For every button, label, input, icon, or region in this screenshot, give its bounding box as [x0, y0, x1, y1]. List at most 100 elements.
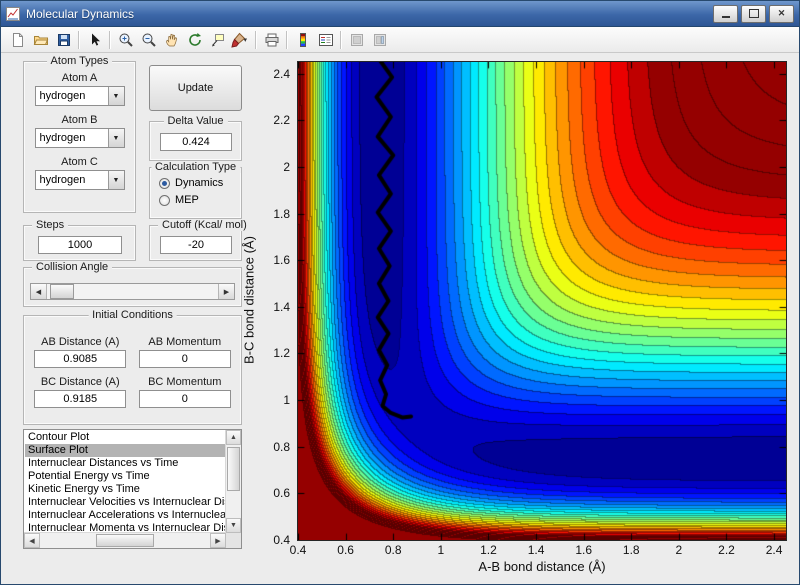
initial-conditions-fields: AB Distance (A)AB MomentumBC Distance (A…: [24, 316, 241, 408]
print-button[interactable]: [260, 29, 283, 51]
y-tick-label: 1.8: [273, 207, 290, 221]
group-title: Steps: [32, 219, 68, 231]
insert-colorbar-button[interactable]: [291, 29, 314, 51]
atom-field-label: Atom A: [24, 72, 135, 84]
data-cursor-button[interactable]: [206, 29, 229, 51]
x-tick-label: 1.2: [480, 543, 497, 557]
open-folder-icon: [33, 32, 49, 48]
plottools-show-button[interactable]: [368, 29, 391, 51]
x-axis-label: A-B bond distance (Å): [297, 559, 787, 574]
brush-dropdown-icon[interactable]: ▾: [244, 36, 252, 44]
atom-fields: Atom Ahydrogen▼Atom Bhydrogen▼Atom Chydr…: [24, 62, 135, 190]
collision-angle-slider[interactable]: ◀ ▶: [30, 283, 235, 300]
y-tick-label: 2.4: [273, 67, 290, 81]
scroll-down-arrow[interactable]: ▼: [226, 518, 241, 533]
radio-button-icon[interactable]: [159, 178, 170, 189]
zoom-in-button[interactable]: [114, 29, 137, 51]
atom-b-dropdown[interactable]: hydrogen▼: [35, 128, 125, 148]
group-title: Delta Value: [163, 115, 227, 127]
list-item[interactable]: Internuclear Momenta vs Internuclear Dis…: [25, 522, 225, 532]
new-figure-button[interactable]: [6, 29, 29, 51]
list-item[interactable]: Internuclear Velocities vs Internuclear …: [25, 496, 225, 509]
colorbar-icon: [295, 32, 311, 48]
slider-track[interactable]: [47, 284, 218, 299]
toolbar-separator: [286, 31, 288, 49]
init-field-label: AB Momentum: [139, 336, 232, 348]
vertical-scroll-thumb[interactable]: [227, 447, 240, 491]
x-tick-label: 0.4: [290, 543, 307, 557]
save-disk-icon: [56, 32, 72, 48]
scroll-up-arrow[interactable]: ▲: [226, 430, 241, 445]
atom-a-dropdown[interactable]: hydrogen▼: [35, 86, 125, 106]
maximize-button[interactable]: [741, 5, 766, 23]
vertical-scrollbar[interactable]: ▲ ▼: [225, 430, 241, 533]
brush-button[interactable]: ▾: [229, 29, 252, 51]
ab-distance-a-input[interactable]: [34, 350, 126, 368]
close-button[interactable]: ✕: [769, 5, 794, 23]
x-tick-label: 1.4: [528, 543, 545, 557]
steps-input[interactable]: [38, 236, 122, 254]
horizontal-scroll-thumb[interactable]: [96, 534, 154, 547]
x-tick-label: 1: [437, 543, 444, 557]
plot-type-listbox[interactable]: Contour PlotSurface PlotInternuclear Dis…: [23, 429, 242, 549]
horizontal-scroll-track[interactable]: [40, 533, 210, 548]
toolbar-separator: [78, 31, 80, 49]
cutoff-input[interactable]: [160, 236, 232, 254]
plottools-hide-button[interactable]: [345, 29, 368, 51]
maximize-icon: [749, 9, 759, 18]
update-button[interactable]: Update: [149, 65, 242, 111]
list-item[interactable]: Contour Plot: [25, 431, 225, 444]
pan-button[interactable]: [160, 29, 183, 51]
horizontal-scrollbar[interactable]: ◀ ▶: [24, 532, 226, 548]
chevron-down-icon[interactable]: ▼: [108, 171, 124, 189]
radio-button-icon[interactable]: [159, 195, 170, 206]
y-tick-label: 1.4: [273, 300, 290, 314]
printer-icon: [264, 32, 280, 48]
dropdown-value: hydrogen: [36, 132, 108, 144]
scroll-right-arrow[interactable]: ▶: [210, 533, 226, 548]
slider-left-arrow[interactable]: ◀: [31, 284, 47, 299]
slider-right-arrow[interactable]: ▶: [218, 284, 234, 299]
save-button[interactable]: [52, 29, 75, 51]
slider-thumb[interactable]: [50, 284, 74, 299]
atom-field-label: Atom B: [24, 114, 135, 126]
zoom-out-button[interactable]: [137, 29, 160, 51]
cutoff-group: Cutoff (Kcal/ mol): [149, 225, 242, 261]
y-tick-label: 0.8: [273, 440, 290, 454]
list-item[interactable]: Internuclear Accelerations vs Internucle…: [25, 509, 225, 522]
x-tick-label: 2.2: [718, 543, 735, 557]
zoom-in-icon: [118, 32, 134, 48]
chevron-down-icon[interactable]: ▼: [108, 129, 124, 147]
insert-legend-button[interactable]: [314, 29, 337, 51]
scroll-left-arrow[interactable]: ◀: [24, 533, 40, 548]
dropdown-value: hydrogen: [36, 90, 108, 102]
list-item[interactable]: Surface Plot: [25, 444, 225, 457]
rotate-3d-button[interactable]: [183, 29, 206, 51]
title-bar[interactable]: Molecular Dynamics ✕: [1, 1, 799, 27]
chevron-down-icon[interactable]: ▼: [108, 87, 124, 105]
open-file-button[interactable]: [29, 29, 52, 51]
delta-value-input[interactable]: [160, 133, 232, 151]
x-tick-label: 1.6: [575, 543, 592, 557]
x-tick-label: 2: [676, 543, 683, 557]
bc-distance-a-input[interactable]: [34, 390, 126, 408]
list-item[interactable]: Potential Energy vs Time: [25, 470, 225, 483]
pes-contour-canvas[interactable]: [298, 62, 786, 540]
atom-c-dropdown[interactable]: hydrogen▼: [35, 170, 125, 190]
list-item[interactable]: Kinetic Energy vs Time: [25, 483, 225, 496]
collision-angle-group: Collision Angle ◀ ▶: [23, 267, 242, 307]
group-title: Atom Types: [47, 55, 113, 67]
pointer-button[interactable]: [83, 29, 106, 51]
minimize-button[interactable]: [713, 5, 738, 23]
radio-mep[interactable]: MEP: [159, 194, 241, 206]
toolbar-separator: [255, 31, 257, 49]
plot-axes[interactable]: [297, 61, 787, 541]
toolbar-separator: [340, 31, 342, 49]
app-icon: [6, 7, 20, 21]
ab-momentum-input[interactable]: [139, 350, 231, 368]
bc-momentum-input[interactable]: [139, 390, 231, 408]
legend-icon: [318, 32, 334, 48]
plottools-show-icon: [372, 32, 388, 48]
list-item[interactable]: Internuclear Distances vs Time: [25, 457, 225, 470]
radio-dynamics[interactable]: Dynamics: [159, 177, 241, 189]
